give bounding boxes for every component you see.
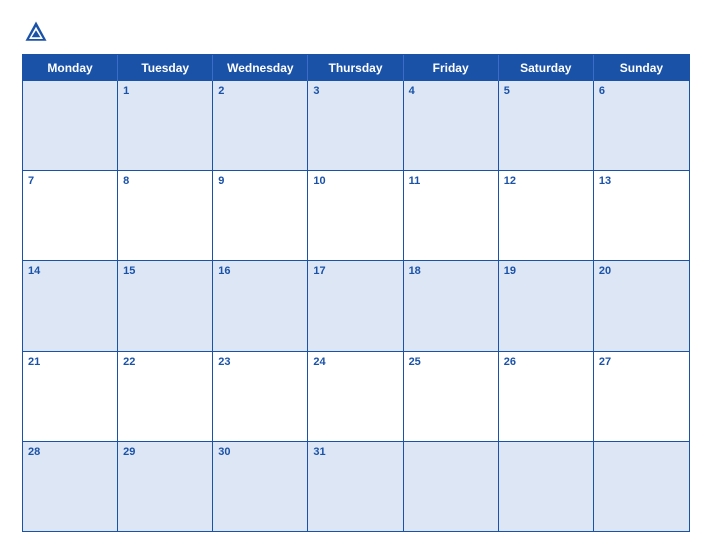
day-number: 26 — [504, 355, 588, 370]
day-number: 18 — [409, 264, 493, 279]
calendar-cell: 20 — [594, 261, 689, 350]
calendar-cell: 1 — [118, 81, 213, 170]
logo — [22, 18, 54, 46]
calendar-cell: 5 — [499, 81, 594, 170]
calendar-cell — [23, 81, 118, 170]
day-number: 25 — [409, 355, 493, 370]
day-number: 8 — [123, 174, 207, 189]
calendar-cell — [404, 442, 499, 531]
day-number: 23 — [218, 355, 302, 370]
day-number: 6 — [599, 84, 684, 99]
calendar-cell: 9 — [213, 171, 308, 260]
header-friday: Friday — [404, 55, 499, 81]
calendar-cell: 16 — [213, 261, 308, 350]
calendar-cell: 2 — [213, 81, 308, 170]
calendar-cell: 18 — [404, 261, 499, 350]
day-number: 15 — [123, 264, 207, 279]
day-number: 30 — [218, 445, 302, 460]
calendar-cell: 28 — [23, 442, 118, 531]
calendar-cell: 30 — [213, 442, 308, 531]
day-number: 22 — [123, 355, 207, 370]
calendar-cell: 25 — [404, 352, 499, 441]
calendar-row-3: 14 15 16 17 18 19 20 — [23, 260, 689, 350]
day-number: 24 — [313, 355, 397, 370]
day-number: 10 — [313, 174, 397, 189]
calendar-cell: 24 — [308, 352, 403, 441]
calendar: Monday Tuesday Wednesday Thursday Friday… — [22, 54, 690, 532]
header-wednesday: Wednesday — [213, 55, 308, 81]
day-number: 9 — [218, 174, 302, 189]
day-number: 3 — [313, 84, 397, 99]
calendar-cell: 10 — [308, 171, 403, 260]
header-saturday: Saturday — [499, 55, 594, 81]
day-number: 1 — [123, 84, 207, 99]
logo-icon — [22, 18, 50, 46]
calendar-row-5: 28 29 30 31 — [23, 441, 689, 531]
calendar-cell: 7 — [23, 171, 118, 260]
calendar-cell — [594, 442, 689, 531]
calendar-cell: 13 — [594, 171, 689, 260]
day-number: 4 — [409, 84, 493, 99]
header-tuesday: Tuesday — [118, 55, 213, 81]
day-number: 17 — [313, 264, 397, 279]
header-sunday: Sunday — [594, 55, 689, 81]
calendar-cell: 4 — [404, 81, 499, 170]
calendar-cell: 31 — [308, 442, 403, 531]
day-number: 16 — [218, 264, 302, 279]
calendar-row-1: 123456 — [23, 81, 689, 170]
day-number: 2 — [218, 84, 302, 99]
calendar-cell: 15 — [118, 261, 213, 350]
day-number: 29 — [123, 445, 207, 460]
calendar-body: 1234567891011121314151617181920212223242… — [23, 81, 689, 531]
day-number: 5 — [504, 84, 588, 99]
day-number: 13 — [599, 174, 684, 189]
day-number: 14 — [28, 264, 112, 279]
day-number: 12 — [504, 174, 588, 189]
calendar-cell: 21 — [23, 352, 118, 441]
day-number: 21 — [28, 355, 112, 370]
calendar-cell: 8 — [118, 171, 213, 260]
calendar-cell: 3 — [308, 81, 403, 170]
calendar-cell: 22 — [118, 352, 213, 441]
day-number: 27 — [599, 355, 684, 370]
day-number: 7 — [28, 174, 112, 189]
calendar-cell: 6 — [594, 81, 689, 170]
calendar-header: Monday Tuesday Wednesday Thursday Friday… — [23, 55, 689, 81]
page: Monday Tuesday Wednesday Thursday Friday… — [0, 0, 712, 550]
day-number: 31 — [313, 445, 397, 460]
calendar-cell: 12 — [499, 171, 594, 260]
calendar-cell: 29 — [118, 442, 213, 531]
day-number: 20 — [599, 264, 684, 279]
calendar-row-4: 21 22 23 24 25 26 27 — [23, 351, 689, 441]
header-monday: Monday — [23, 55, 118, 81]
calendar-cell: 17 — [308, 261, 403, 350]
top-bar — [22, 18, 690, 46]
day-number: 19 — [504, 264, 588, 279]
calendar-cell: 27 — [594, 352, 689, 441]
calendar-cell: 19 — [499, 261, 594, 350]
calendar-cell: 11 — [404, 171, 499, 260]
calendar-cell: 23 — [213, 352, 308, 441]
header-thursday: Thursday — [308, 55, 403, 81]
day-number: 11 — [409, 174, 493, 189]
calendar-cell — [499, 442, 594, 531]
calendar-row-2: 789 10 11 12 13 — [23, 170, 689, 260]
calendar-cell: 14 — [23, 261, 118, 350]
day-number: 28 — [28, 445, 112, 460]
calendar-cell: 26 — [499, 352, 594, 441]
